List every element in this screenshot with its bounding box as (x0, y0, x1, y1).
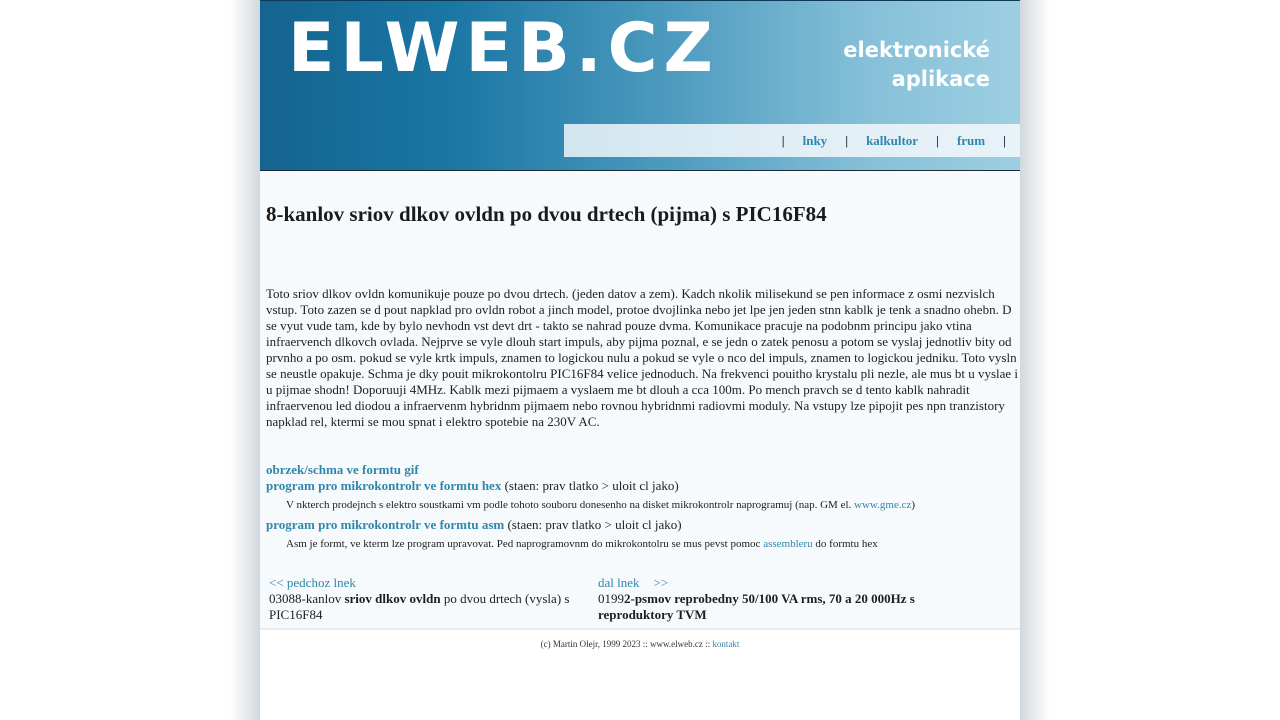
hex-info-body: V nkterch prodejnch s elektro soustkami … (286, 499, 855, 511)
previous-article-title: 03088-kanlov sriov dlkov ovldn po dvou d… (269, 591, 584, 623)
download-hex-row: program pro mikrokontrolr ve formtu hex … (266, 478, 1016, 494)
download-asm-row: program pro mikrokontrolr ve formtu asm … (266, 517, 1016, 533)
main-nav: | lnky | kalkultor | frum | (564, 124, 1020, 157)
gme-link[interactable]: www.gme.cz (854, 499, 911, 511)
nav-separator: | (1003, 132, 1006, 148)
site-header: ELWEB.CZ elektronické aplikace | lnky | … (260, 0, 1020, 171)
nav-link-links[interactable]: lnky (803, 133, 828, 149)
previous-article-number: 0308 (269, 591, 295, 606)
page-shadow-right (1020, 0, 1050, 720)
next-article-link[interactable]: dal lnek (598, 575, 640, 590)
site-footer: (c) Martin Olejr, 1999 2023 :: www.elweb… (260, 639, 1020, 649)
next-article: dal lnek >> 01992-psmov reprobedny 50/100… (598, 575, 938, 623)
contact-link[interactable]: kontakt (712, 639, 739, 649)
nav-link-calculator[interactable]: kalkultor (866, 133, 918, 149)
program-asm-link[interactable]: program pro mikrokontrolr ve formtu asm (266, 517, 504, 532)
hex-info-end: ) (911, 499, 916, 511)
previous-article-link[interactable]: << pedchoz lnek (269, 575, 356, 590)
nav-separator: | (936, 132, 939, 148)
download-links: obrzek/schma ve formtu gif program pro m… (266, 462, 1016, 556)
next-article-text-bold: 2-psmov reprobedny 50/100 VA rms, 70 a 2… (598, 591, 915, 622)
previous-article-text-bold: sriov dlkov ovldn (344, 591, 441, 606)
program-hex-link[interactable]: program pro mikrokontrolr ve formtu hex (266, 478, 501, 493)
site-tagline: elektronické aplikace (843, 36, 990, 94)
next-article-number: 0199 (598, 591, 624, 606)
asm-info-end: do formtu hex (812, 538, 878, 550)
asm-info-text: Asm je formt, ve kterm lze program uprav… (266, 537, 1016, 551)
footer-divider (260, 628, 1020, 630)
tagline-line-1: elektronické (843, 38, 990, 62)
next-article-title: 01992-psmov reprobedny 50/100 VA rms, 70… (598, 591, 938, 623)
article-title: 8-kanlov sriov dlkov ovldn po dvou drtec… (266, 202, 827, 226)
schematic-gif-link[interactable]: obrzek/schma ve formtu gif (266, 462, 419, 477)
nav-link-forum[interactable]: frum (957, 133, 985, 149)
asm-info-body: Asm je formt, ve kterm lze program uprav… (286, 538, 764, 550)
previous-article-text-start: 8-kanlov (295, 591, 345, 606)
page-container: ELWEB.CZ elektronické aplikace | lnky | … (260, 0, 1020, 720)
site-logo[interactable]: ELWEB.CZ (288, 15, 719, 83)
hex-info-text: V nkterch prodejnch s elektro soustkami … (266, 498, 1016, 512)
main-content: 8-kanlov sriov dlkov ovldn po dvou drtec… (260, 171, 1020, 629)
page-shadow-left (230, 0, 260, 720)
asm-download-note: (staen: prav tlatko > uloit cl jako) (507, 517, 682, 532)
article-body: Toto sriov dlkov ovldn komunikuje pouze … (266, 286, 1019, 429)
download-gif-row: obrzek/schma ve formtu gif (266, 462, 1016, 478)
hex-download-note: (staen: prav tlatko > uloit cl jako) (504, 478, 679, 493)
nav-separator: | (845, 132, 849, 148)
next-arrow-link[interactable]: >> (654, 575, 669, 590)
previous-article: << pedchoz lnek 03088-kanlov sriov dlkov… (269, 575, 584, 623)
footer-copyright: (c) Martin Olejr, 1999 2023 :: www.elweb… (540, 639, 713, 649)
tagline-line-2: aplikace (891, 67, 990, 91)
assembler-link[interactable]: assembleru (763, 538, 812, 550)
nav-separator: | (781, 132, 785, 148)
